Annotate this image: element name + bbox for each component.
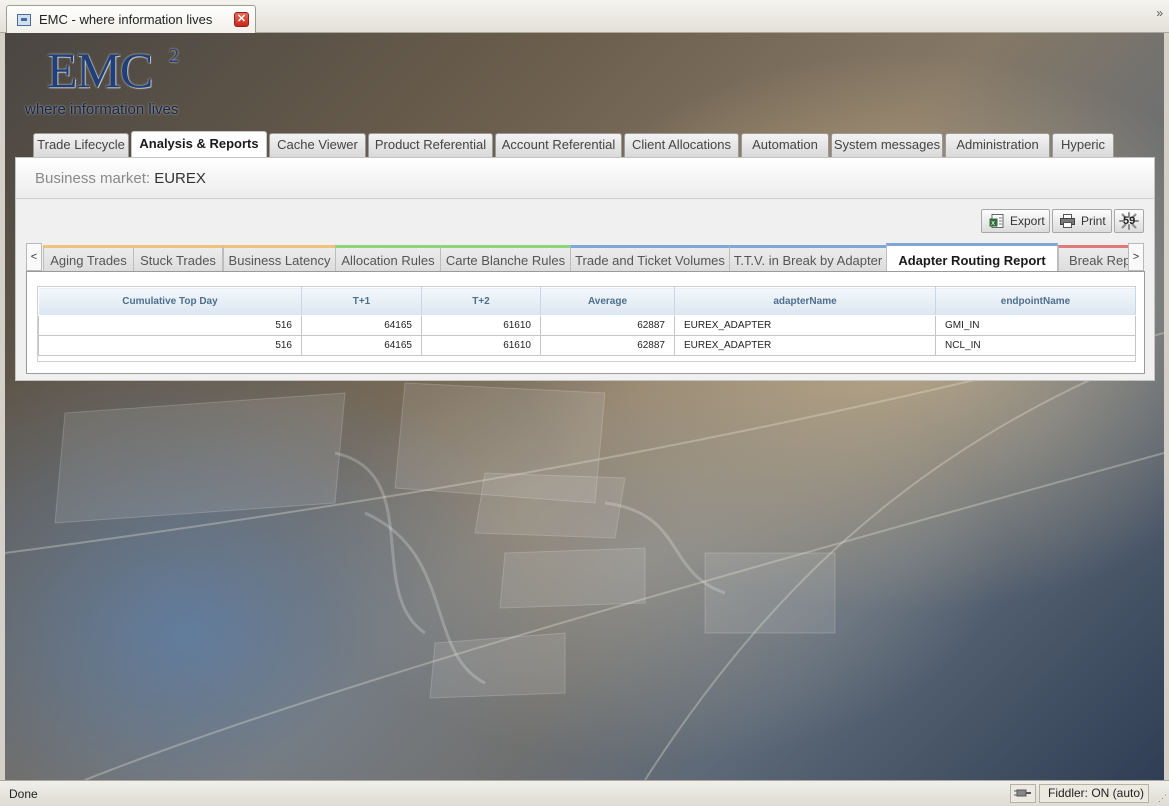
status-bar: Done Fiddler: ON (auto) ⋰ [0,780,1169,806]
status-text: Done [9,787,38,801]
excel-export-icon: x [989,214,1004,228]
main-panel: Business market: EUREX x Export Print 59… [15,157,1155,381]
print-button[interactable]: Print [1052,209,1112,233]
tab-automation[interactable]: Automation [741,133,829,157]
table-row[interactable]: 516 64165 61610 62887 EUREX_ADAPTER NCL_… [38,335,1136,356]
browser-tab[interactable]: EMC - where information lives ✕ [6,5,256,33]
report-tab-bar: Aging Trades Stuck Trades Business Laten… [43,243,1128,273]
cell-endpoint-name: NCL_IN [935,335,1136,356]
report-tab-area: < Aging Trades Stuck Trades Business Lat… [26,243,1145,374]
logo-superscript: 2 [169,45,179,67]
refresh-countdown: 59 [1123,215,1136,227]
cell-cumulative-top-day: 516 [38,335,302,356]
tab-aging-trades[interactable]: Aging Trades [43,245,134,272]
browser-tab-title: EMC - where information lives [39,12,213,27]
export-label: Export [1010,214,1045,228]
tab-business-latency[interactable]: Business Latency [223,245,336,272]
panel-header: Business market: EUREX [16,158,1154,199]
market-label: Business market: [35,170,151,187]
tab-system-messages[interactable]: System messages [831,133,943,157]
tab-analysis-reports[interactable]: Analysis & Reports [131,131,267,157]
cell-t2: 61610 [421,335,541,356]
resize-grip-icon[interactable]: ⋰ [1158,793,1167,804]
scroll-tabs-right-button[interactable]: > [1128,243,1144,271]
tab-list-chevron-icon[interactable]: » [1156,6,1163,20]
cell-t2: 61610 [421,315,541,336]
market-value: EUREX [154,170,206,187]
report-content: Cumulative Top Day T+1 T+2 Average adapt… [26,271,1145,374]
column-header[interactable]: Cumulative Top Day [38,287,302,316]
page-favicon-icon [17,13,31,26]
column-header[interactable]: adapterName [674,287,936,316]
cell-cumulative-top-day: 516 [38,315,302,336]
tab-hyperic[interactable]: Hyperic [1052,133,1114,157]
column-header[interactable]: T+2 [421,287,541,316]
svg-text:x: x [991,219,995,227]
tab-ttv-break-by-adapter[interactable]: T.T.V. in Break by Adapter [729,245,887,272]
page-content: EMC 2 where information lives Trade Life… [5,33,1164,780]
cell-adapter-name: EUREX_ADAPTER [674,335,936,356]
close-tab-icon[interactable]: ✕ [234,12,249,27]
printer-icon [1060,214,1075,228]
cell-average: 62887 [540,335,675,356]
fiddler-status[interactable]: Fiddler: ON (auto) [1039,784,1149,803]
column-header[interactable]: Average [540,287,675,316]
tab-trade-lifecycle[interactable]: Trade Lifecycle [33,133,129,157]
table-row[interactable]: 516 64165 61610 62887 EUREX_ADAPTER GMI_… [38,315,1136,336]
print-label: Print [1081,214,1106,228]
tab-administration[interactable]: Administration [945,133,1050,157]
tab-client-allocations[interactable]: Client Allocations [624,133,739,157]
tab-carte-blanche-rules[interactable]: Carte Blanche Rules [440,245,571,272]
addon-status-cell[interactable] [1010,784,1036,803]
logo-tagline: where information lives [25,101,179,118]
tab-account-referential[interactable]: Account Referential [495,133,622,157]
cell-t1: 64165 [301,335,422,356]
cell-adapter-name: EUREX_ADAPTER [674,315,936,336]
tab-allocation-rules[interactable]: Allocation Rules [335,245,441,272]
logo-mark: EMC [47,42,153,98]
table-header-row: Cumulative Top Day T+1 T+2 Average adapt… [38,287,1136,316]
adapter-routing-table: Cumulative Top Day T+1 T+2 Average adapt… [38,287,1136,356]
plugin-icon [1014,789,1031,797]
tab-cache-viewer[interactable]: Cache Viewer [269,133,366,157]
column-header[interactable]: endpointName [935,287,1136,316]
auto-refresh-button[interactable]: 59 [1114,209,1144,233]
cell-endpoint-name: GMI_IN [935,315,1136,336]
tab-trade-ticket-volumes[interactable]: Trade and Ticket Volumes [570,245,730,272]
cell-average: 62887 [540,315,675,336]
tab-adapter-routing-report[interactable]: Adapter Routing Report [886,243,1058,273]
export-button[interactable]: x Export [981,209,1050,233]
browser-tab-strip: EMC - where information lives ✕ » [0,0,1169,33]
cell-t1: 64165 [301,315,422,336]
tab-break-reports[interactable]: Break Reports [1058,245,1128,272]
scroll-tabs-left-button[interactable]: < [26,243,42,271]
tab-product-referential[interactable]: Product Referential [368,133,493,157]
column-header[interactable]: T+1 [301,287,422,316]
tab-stuck-trades[interactable]: Stuck Trades [133,245,223,272]
